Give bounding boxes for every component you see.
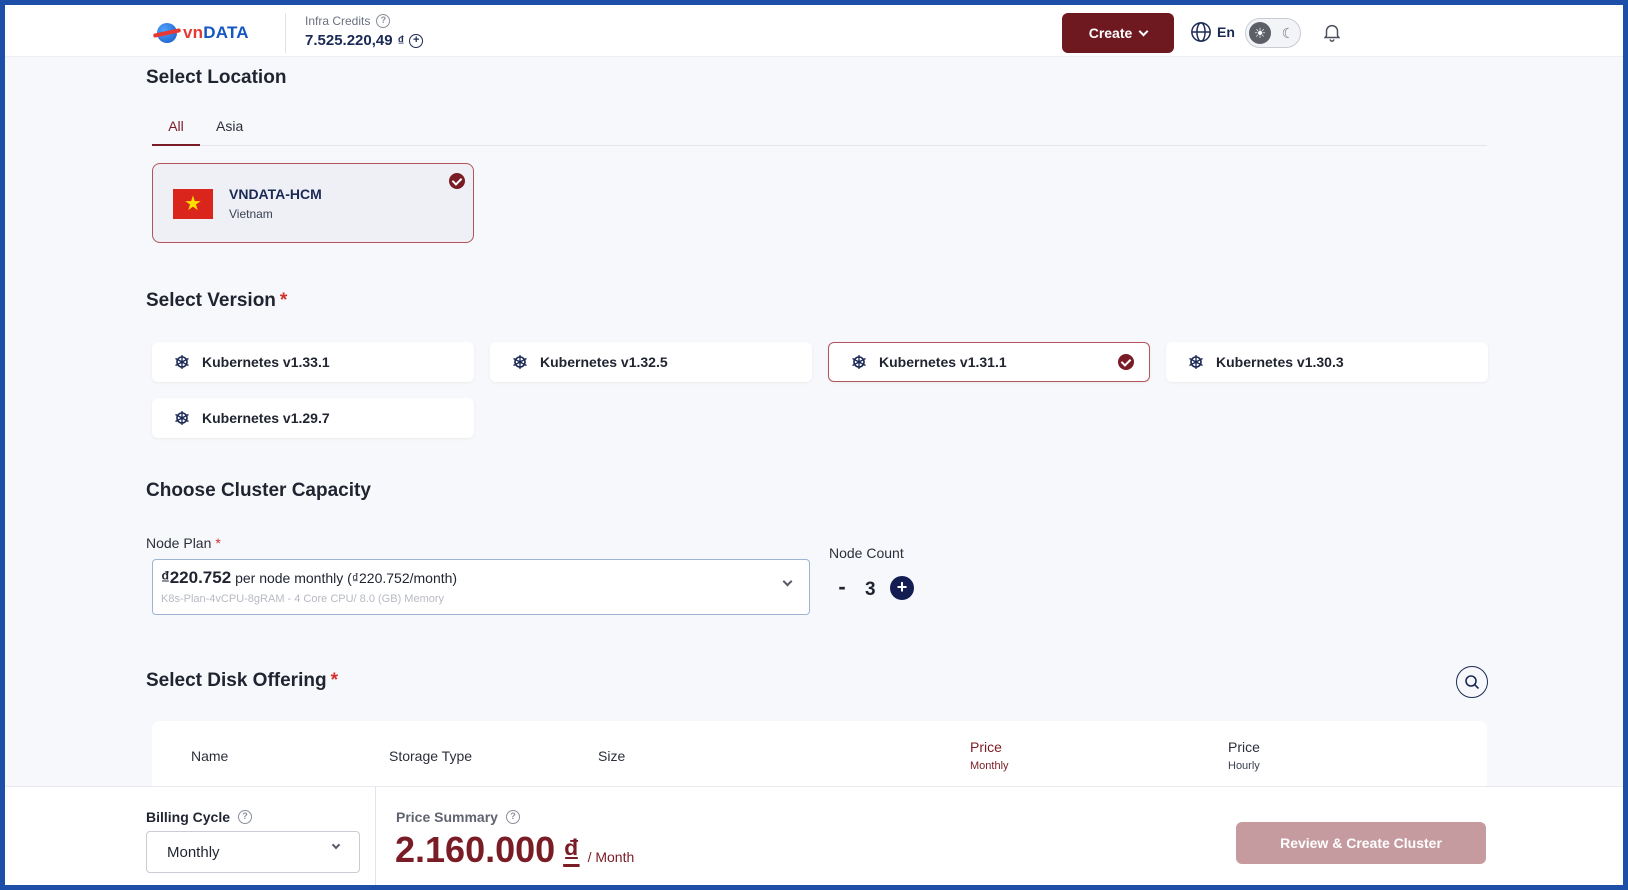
chevron-down-icon bbox=[782, 576, 793, 587]
infra-credits-label: Infra Credits ? bbox=[305, 14, 391, 28]
column-storage-type[interactable]: Storage Type bbox=[389, 748, 472, 764]
column-name[interactable]: Name bbox=[191, 748, 228, 764]
kubernetes-icon bbox=[175, 355, 189, 369]
globe-icon bbox=[1191, 22, 1211, 42]
header-divider bbox=[285, 13, 286, 53]
kubernetes-icon bbox=[513, 355, 527, 369]
footer-divider bbox=[375, 787, 376, 885]
add-credits-icon[interactable]: + bbox=[409, 33, 424, 48]
location-tabs: All Asia bbox=[152, 110, 1487, 146]
column-size[interactable]: Size bbox=[598, 748, 625, 764]
version-label: Kubernetes v1.29.7 bbox=[202, 410, 330, 426]
version-label: Kubernetes v1.31.1 bbox=[879, 354, 1007, 370]
column-price-monthly[interactable]: Price bbox=[970, 739, 1002, 755]
node-plan-label: Node Plan * bbox=[146, 535, 221, 551]
version-label: Kubernetes v1.30.3 bbox=[1216, 354, 1344, 370]
node-count-decrement[interactable]: - bbox=[834, 575, 850, 599]
create-button[interactable]: Create bbox=[1062, 13, 1174, 53]
version-option-1-33-1[interactable]: Kubernetes v1.33.1 bbox=[152, 342, 474, 382]
chevron-down-icon bbox=[331, 840, 341, 850]
version-option-1-30-3[interactable]: Kubernetes v1.30.3 bbox=[1166, 342, 1488, 382]
kubernetes-icon bbox=[175, 411, 189, 425]
plan-price: ₫220.752 per node monthly (₫220.752/mont… bbox=[161, 568, 458, 587]
select-version-title: Select Version * bbox=[146, 290, 288, 311]
plan-description: K8s-Plan-4vCPU-8gRAM - 4 Core CPU/ 8.0 (… bbox=[161, 593, 445, 605]
node-count-increment[interactable]: + bbox=[890, 576, 914, 600]
price-summary-label: Price Summary ? bbox=[396, 809, 520, 825]
node-count-label: Node Count bbox=[829, 545, 904, 561]
billing-cycle-select[interactable]: Monthly bbox=[146, 831, 360, 873]
search-icon bbox=[1465, 675, 1480, 690]
selected-check-icon bbox=[449, 173, 465, 189]
help-icon[interactable]: ? bbox=[238, 810, 253, 824]
kubernetes-icon bbox=[1189, 355, 1203, 369]
select-location-title: Select Location bbox=[146, 67, 287, 88]
theme-toggle[interactable]: ☾ bbox=[1245, 18, 1301, 48]
vndata-logo[interactable]: vnDATA bbox=[157, 22, 249, 44]
summary-footer: Billing Cycle ? Monthly Price Summary ? … bbox=[5, 786, 1623, 885]
bell-icon[interactable] bbox=[1321, 21, 1343, 43]
cluster-capacity-title: Choose Cluster Capacity bbox=[146, 480, 371, 501]
version-option-1-32-5[interactable]: Kubernetes v1.32.5 bbox=[490, 342, 812, 382]
node-count-value: 3 bbox=[865, 579, 876, 600]
tab-asia[interactable]: Asia bbox=[216, 110, 243, 146]
node-plan-select[interactable]: ₫220.752 per node monthly (₫220.752/mont… bbox=[152, 559, 810, 615]
version-option-1-31-1[interactable]: Kubernetes v1.31.1 bbox=[828, 342, 1150, 382]
billing-cycle-value: Monthly bbox=[167, 844, 220, 861]
price-summary-value: 2.160.000 ₫ / Month bbox=[395, 829, 634, 871]
help-icon[interactable]: ? bbox=[376, 14, 391, 28]
location-country: Vietnam bbox=[229, 207, 273, 221]
logo-globe-icon bbox=[157, 23, 177, 43]
language-switcher[interactable]: En bbox=[1190, 21, 1235, 43]
column-price-monthly-sub: Monthly bbox=[970, 760, 1009, 772]
location-name: VNDATA-HCM bbox=[229, 186, 322, 202]
help-icon[interactable]: ? bbox=[505, 810, 520, 824]
review-create-cluster-button[interactable]: Review & Create Cluster bbox=[1236, 822, 1486, 864]
chevron-down-icon bbox=[1138, 26, 1149, 36]
search-button[interactable] bbox=[1456, 666, 1488, 698]
sun-icon[interactable] bbox=[1249, 22, 1271, 44]
price-amount: 2.160.000 bbox=[395, 829, 556, 870]
column-price-hourly[interactable]: Price bbox=[1228, 739, 1260, 755]
selected-check-icon bbox=[1118, 354, 1134, 370]
infra-credits-value: 7.525.220,49 ₫ + bbox=[305, 32, 424, 49]
vietnam-flag-icon bbox=[173, 189, 213, 219]
version-option-1-29-7[interactable]: Kubernetes v1.29.7 bbox=[152, 398, 474, 438]
logo-text: vnDATA bbox=[183, 23, 249, 42]
column-price-hourly-sub: Hourly bbox=[1228, 760, 1260, 772]
billing-cycle-label: Billing Cycle ? bbox=[146, 809, 253, 825]
version-label: Kubernetes v1.33.1 bbox=[202, 354, 330, 370]
location-card-vndata-hcm[interactable]: VNDATA-HCM Vietnam bbox=[152, 163, 474, 243]
moon-icon[interactable]: ☾ bbox=[1277, 22, 1299, 44]
price-currency: ₫ bbox=[563, 833, 580, 869]
top-bar: vnDATA Infra Credits ? 7.525.220,49 ₫ + … bbox=[5, 5, 1623, 57]
tab-all[interactable]: All bbox=[152, 110, 200, 146]
kubernetes-icon bbox=[852, 355, 866, 369]
price-period: / Month bbox=[587, 849, 635, 865]
version-label: Kubernetes v1.32.5 bbox=[540, 354, 668, 370]
app-frame: vnDATA Infra Credits ? 7.525.220,49 ₫ + … bbox=[5, 5, 1623, 885]
disk-offering-title: Select Disk Offering * bbox=[146, 670, 338, 691]
